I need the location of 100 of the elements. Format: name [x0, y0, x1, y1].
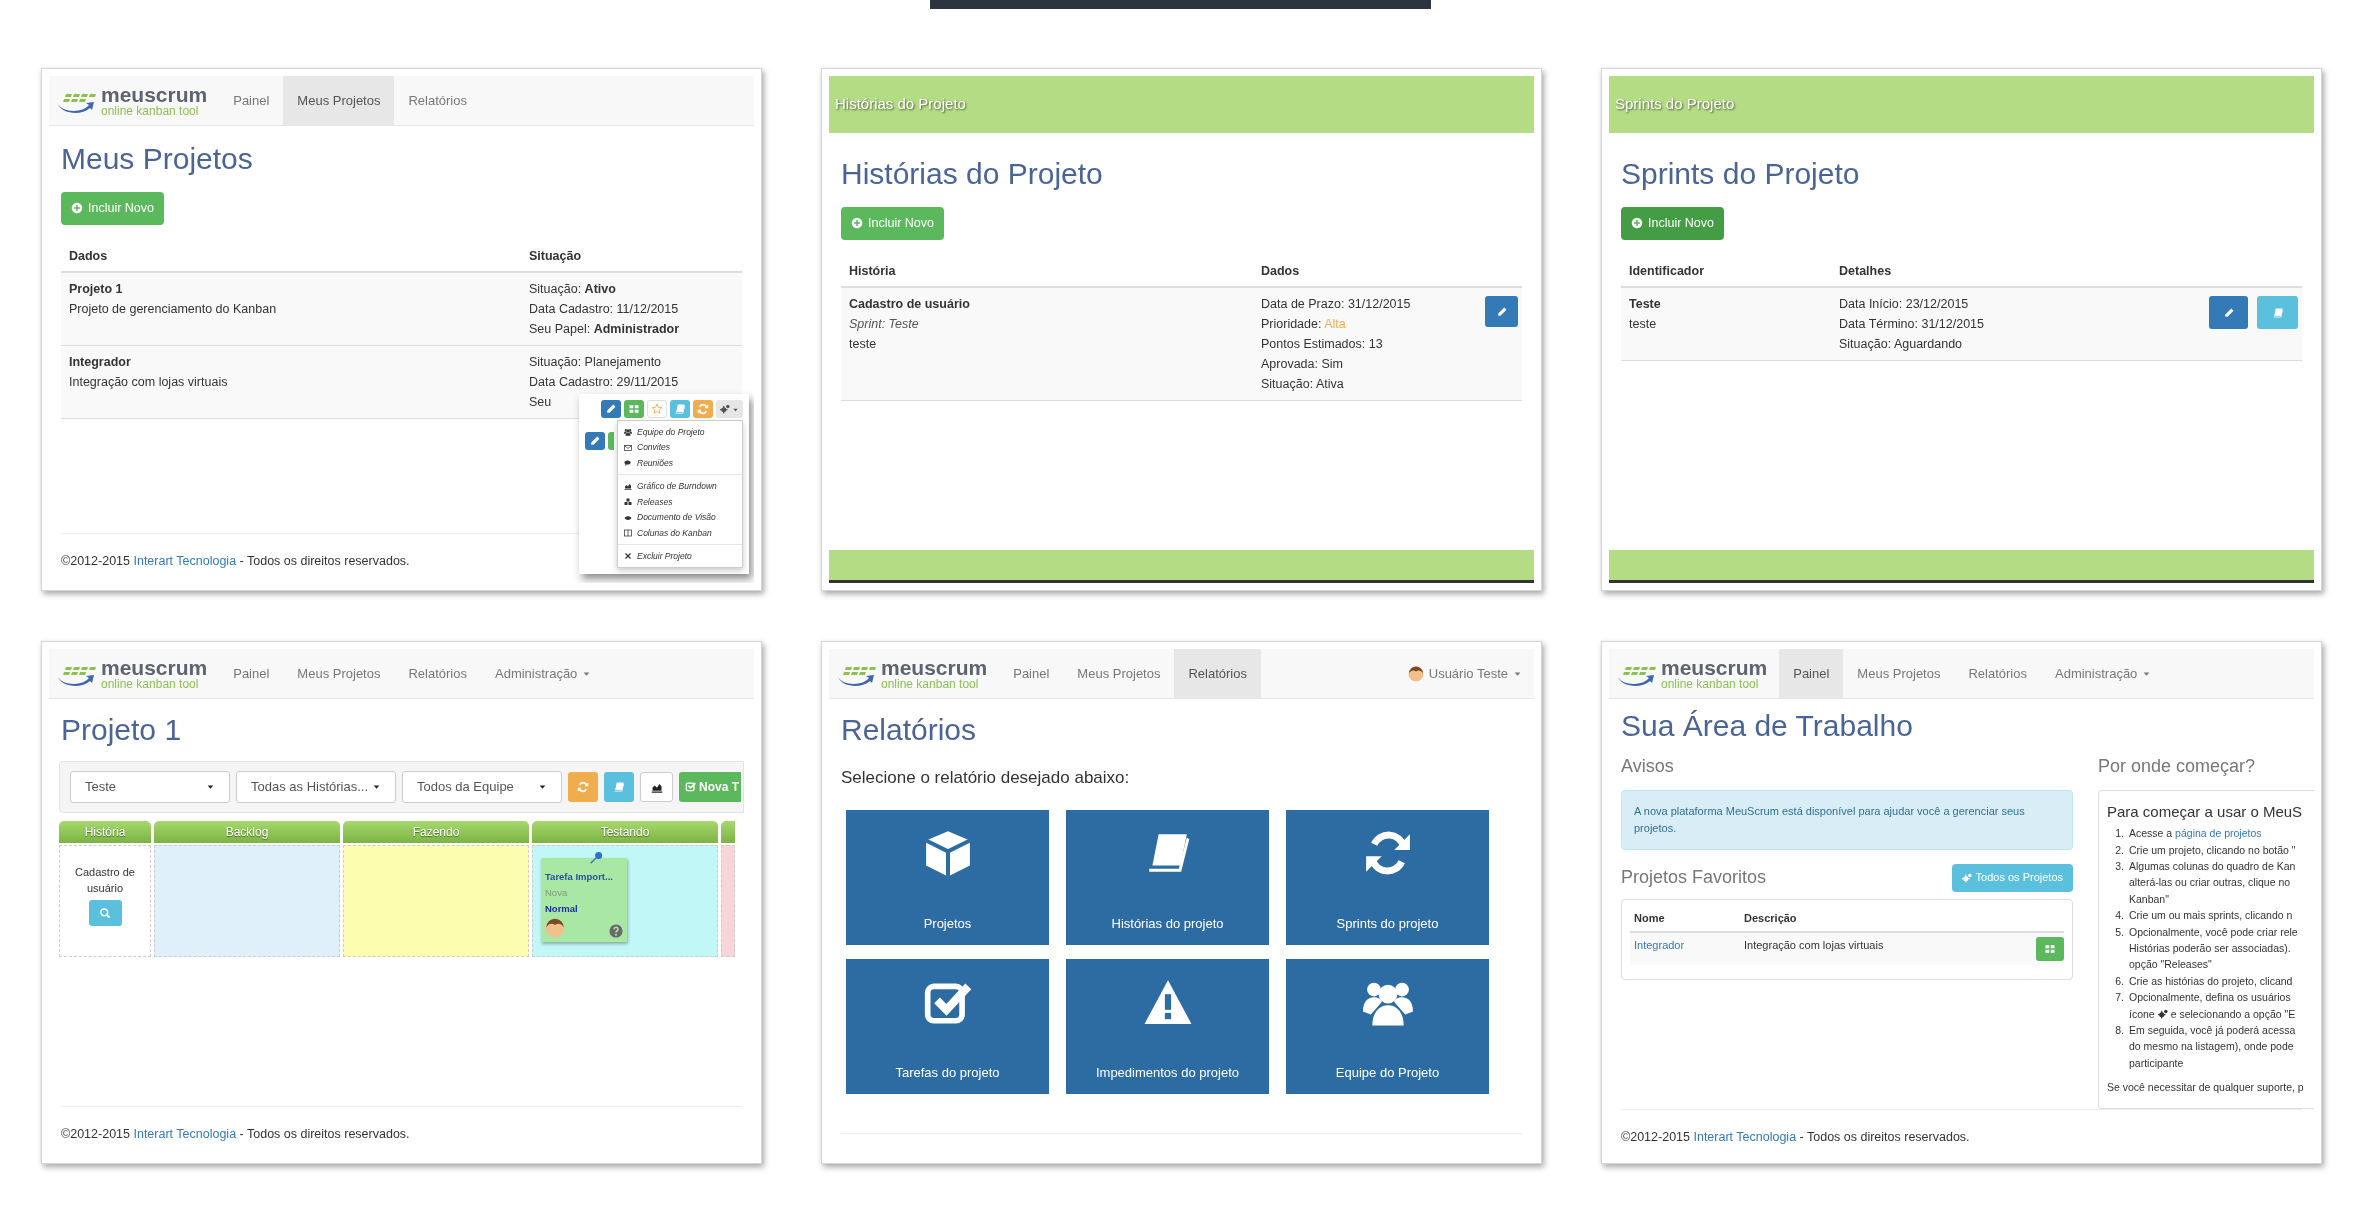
link[interactable]: página de projetos [2175, 827, 2262, 840]
nav-link[interactable]: Administração [481, 649, 606, 698]
edit-button[interactable] [1485, 296, 1518, 328]
nav-link[interactable]: Painel [219, 76, 284, 125]
row-description: Integração com lojas virtuais [69, 374, 228, 392]
avatar-icon [1407, 665, 1424, 682]
edit-button[interactable] [585, 432, 605, 450]
board-button[interactable] [2036, 937, 2064, 961]
avatar-icon [545, 917, 565, 938]
nav-link[interactable]: Meus Projetos [283, 649, 395, 698]
detail-text: Pontos Estimados: 13 [1261, 336, 1383, 354]
column-header: Dados [1260, 262, 1301, 280]
column-header [721, 820, 735, 843]
detail-text: Situação: Ativa [1261, 376, 1344, 394]
dropdown-field[interactable]: Teste [70, 770, 230, 803]
edit-button[interactable] [601, 400, 621, 418]
report-tile[interactable]: Equipe do Projeto [1286, 959, 1489, 1094]
row-description: teste [1629, 316, 1657, 334]
columns-icon [624, 529, 632, 538]
new-task-button[interactable]: Nova T [679, 771, 741, 802]
menu-item[interactable]: Releases [618, 494, 742, 510]
favorite-button[interactable] [647, 400, 667, 418]
nav-link[interactable]: Relatórios [1174, 649, 1261, 698]
menu-item[interactable]: Equipe do Projeto [618, 424, 742, 440]
chart-button[interactable] [640, 771, 673, 802]
card-title: Tarefa Import... [545, 869, 613, 884]
menu-item[interactable]: Documento de Visão [618, 509, 742, 526]
column-header: Fazendo [343, 820, 529, 843]
logo-wordmark: meuscrum [1661, 657, 1768, 678]
plus-icon [851, 217, 863, 229]
user-menu[interactable]: Usuário Teste [1395, 649, 1534, 698]
menu-item[interactable]: Reuniões [618, 455, 742, 472]
nav-link[interactable]: Administração [2041, 649, 2166, 698]
search-icon [99, 906, 111, 919]
footer-link[interactable]: Interart Tecnologia [133, 554, 237, 569]
menu-item[interactable]: Gráfico de Burndown [618, 478, 742, 494]
report-tile[interactable]: Histórias do projeto [1066, 810, 1269, 945]
eye-icon [624, 513, 632, 522]
story-title: Cadastro de usuário [74, 864, 136, 896]
card-status: Nova [545, 885, 568, 900]
sprints-button[interactable] [693, 400, 713, 418]
dropdown-field[interactable]: Todas as Histórias... [236, 770, 396, 803]
copyright-text: ©2012-2015 Interart Tecnologia - Todos os direitos reservados. [61, 1126, 411, 1144]
envelope-icon [624, 443, 632, 452]
list-number: 1. [2114, 826, 2125, 842]
settings-button[interactable] [716, 400, 743, 418]
footer-link[interactable]: Interart Tecnologia [1693, 1129, 1797, 1144]
view-button[interactable] [88, 899, 122, 926]
report-tile[interactable]: Tarefas do projeto [846, 959, 1049, 1094]
page-title: Relatórios [840, 712, 978, 748]
nav-link[interactable]: Relatórios [394, 76, 481, 125]
report-tile[interactable]: Sprints do projeto [1286, 810, 1489, 945]
menu-item[interactable]: Convites [618, 439, 742, 456]
column-header: Situação [528, 247, 583, 265]
add-button[interactable]: Incluir Novo [841, 206, 944, 240]
menu-item[interactable]: Colunas do Kanban [618, 525, 742, 542]
list-text: Opcionalmente, você pode criar rele [2129, 924, 2298, 940]
nav-link[interactable]: Relatórios [394, 649, 481, 698]
page-title: Meus Projetos [60, 141, 254, 177]
nav-link[interactable]: Relatórios [1954, 649, 2041, 698]
detail-text: Aprovada: Sim [1261, 356, 1343, 374]
nav-link[interactable]: Painel [219, 649, 284, 698]
section-heading: Avisos [1621, 754, 1675, 778]
pencil-icon [1495, 305, 1508, 318]
detail-text: Seu Papel: Administrador [529, 321, 680, 339]
nav-link[interactable]: Meus Projetos [1063, 649, 1175, 698]
stories-button[interactable] [604, 771, 634, 802]
nav-link[interactable]: Meus Projetos [283, 76, 395, 125]
page-title: Sprints do Projeto [1620, 156, 1861, 192]
nav-link[interactable]: Painel [999, 649, 1064, 698]
refresh-button[interactable] [568, 771, 598, 802]
edit-button[interactable] [2209, 296, 2248, 330]
list-number: 8. [2114, 1023, 2125, 1038]
row-title: Integrador [69, 354, 131, 372]
chart-icon [624, 482, 632, 491]
report-button[interactable] [2257, 296, 2298, 330]
report-tile[interactable]: Impedimentos do projeto [1066, 959, 1269, 1094]
dropdown-field[interactable]: Todos da Equipe [402, 770, 562, 803]
card-priority: Normal [545, 902, 578, 916]
column-header: História [59, 820, 151, 843]
logo-tagline: online kanban tool [101, 678, 200, 690]
list-number: 3. [2114, 859, 2125, 875]
footer-link[interactable]: Interart Tecnologia [133, 1127, 237, 1142]
nav-link[interactable]: Painel [1779, 649, 1844, 698]
add-button[interactable]: Incluir Novo [61, 191, 164, 225]
row-title: Cadastro de usuário [849, 296, 970, 314]
nav-link[interactable]: Meus Projetos [1843, 649, 1955, 698]
board-button[interactable] [624, 400, 644, 418]
list-number: 7. [2114, 990, 2125, 1006]
gear-icon [1961, 872, 1972, 883]
menu-item[interactable]: Excluir Projeto [618, 548, 742, 564]
list-text: Algumas colunas do quadro de Kan [2129, 859, 2296, 875]
list-text: Crie as histórias do projeto, clicand [2129, 973, 2293, 989]
report-tile[interactable]: Projetos [846, 810, 1049, 945]
caret-icon [206, 782, 215, 791]
project-link[interactable]: Integrador [1630, 937, 1689, 954]
list-text: Opcionalmente, defina os usuários [2129, 990, 2291, 1006]
pin-icon [589, 850, 603, 865]
add-button[interactable]: Incluir Novo [1621, 206, 1724, 240]
stories-button[interactable] [670, 400, 690, 418]
